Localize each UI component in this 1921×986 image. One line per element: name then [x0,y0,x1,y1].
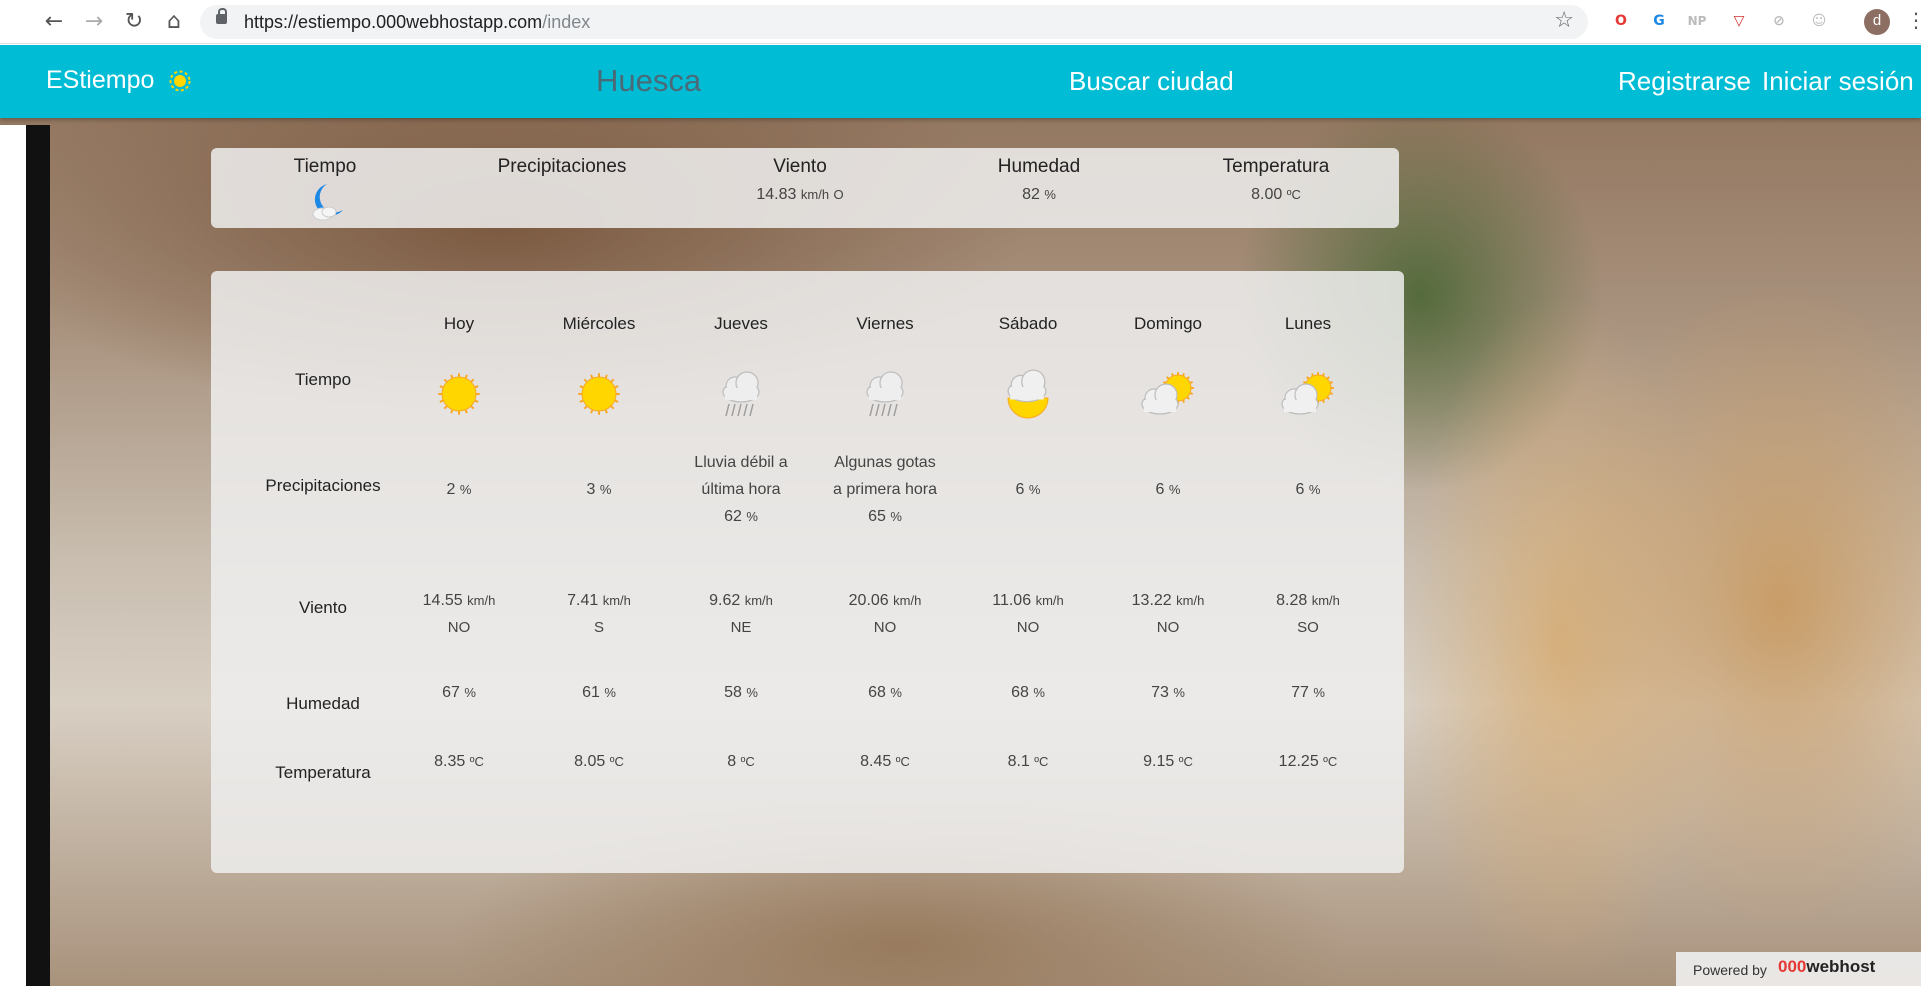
current-header: Tiempo [293,156,357,177]
current-wind-col: Viento 14.83 km/h O [700,156,900,204]
left-dark-strip [26,125,50,986]
browser-toolbar: ← → ↻ ⌂ https://estiempo.000webhostapp.c… [0,0,1921,44]
precip-cell: 6 % [1098,476,1238,503]
url-text[interactable]: https://estiempo.000webhostapp.com/index [244,12,590,33]
current-header: Humedad [997,156,1081,177]
temp-cell: 8 ºC [727,753,755,770]
rain-cloud-icon [866,371,904,417]
temp-cell: 9.15 ºC [1143,753,1193,770]
rain-cloud-icon [722,371,760,417]
host-logo: 000webhost [1778,957,1876,976]
day-header: Lunes [1284,314,1332,333]
wind-cell: 9.62 km/h NE [709,592,773,636]
humidity-cell: 58 % [724,684,758,701]
precip-value: 2 % [446,481,472,498]
humidity-cell: 68 % [1011,684,1045,701]
current-header: Precipitaciones [497,156,627,177]
wind-cell: 8.28 km/h SO [1276,592,1340,636]
brand-sun-icon [169,70,191,92]
humidity-cell: 77 % [1291,684,1325,701]
address-bar[interactable]: https://estiempo.000webhostapp.com/index… [200,5,1588,39]
wind-cell: 14.55 km/h NO [422,592,496,636]
register-link[interactable]: Registrarse [1618,66,1751,97]
sun-behind-cloud-icon [1141,372,1194,415]
current-city-title: Huesca [596,63,702,98]
current-temp-value: 8.00 ºC [1251,186,1301,203]
brand-logo-text[interactable]: EStiempo [46,66,154,95]
precip-cell: Lluvia débil a última hora 62 % [671,449,811,530]
temp-cell: 8.35 ºC [434,753,484,770]
current-humidity-col: Humedad 82 % [939,156,1139,204]
forecast-panel: Tiempo Precipitaciones Viento Humedad Te… [211,271,1404,873]
humidity-cell: 61 % [582,684,616,701]
humidity-cell: 68 % [868,684,902,701]
lock-icon [216,8,227,24]
current-header: Temperatura [1222,156,1330,177]
day-header: Jueves [714,314,768,333]
extension-fingerprint-icon[interactable]: ☺ [1808,10,1830,32]
humidity-cell: 67 % [442,684,476,701]
powered-by-text: Powered by [1693,962,1767,978]
day-header: Sábado [998,314,1058,333]
current-header: Viento [773,156,827,177]
avatar[interactable]: d [1864,9,1890,35]
browser-menu-icon[interactable]: ⋮ [1906,8,1921,32]
temp-cell: 8.05 ºC [574,753,624,770]
forward-icon[interactable]: → [80,8,108,36]
wind-cell: 13.22 km/h NO [1131,592,1205,636]
precip-cell: 6 % [1238,476,1378,503]
temp-cell: 12.25 ºC [1278,753,1338,770]
current-weather-panel: Tiempo Precipitaciones Viento 14.83 km/h… [211,148,1399,228]
temp-cell: 8.45 ºC [860,753,910,770]
precip-value: 6 % [1295,481,1321,498]
sun-icon [438,373,480,415]
day-header: Hoy [443,314,475,333]
precip-value: 3 % [586,481,612,498]
page-content: EStiempo Huesca Buscar ciudad Registrars… [0,45,1921,986]
day-header: Viernes [856,314,914,333]
moon-cloud-icon [312,184,343,221]
extension-block-icon[interactable]: ⊘ [1768,10,1790,32]
extension-np-icon[interactable]: NP [1686,10,1708,32]
login-link[interactable]: Iniciar sesión [1762,66,1914,97]
current-temp-col: Temperatura 8.00 ºC [1176,156,1376,204]
day-header: Domingo [1133,314,1203,333]
humidity-cell: 73 % [1151,684,1185,701]
extension-opera-icon[interactable]: O [1610,10,1632,32]
precip-description: Algunas gotas a primera hora [832,454,938,498]
search-city-link[interactable]: Buscar ciudad [1069,66,1234,97]
current-wind-value: 14.83 km/h O [756,186,844,203]
precip-value: 6 % [1015,481,1041,498]
precip-cell: 6 % [958,476,1098,503]
precip-description: Lluvia débil a última hora [694,454,788,498]
precip-value: 62 % [724,508,758,525]
back-icon[interactable]: ← [40,8,68,36]
precip-cell: 2 % [389,476,529,503]
powered-by-badge[interactable]: Powered by 000webhost [1676,952,1921,986]
precip-value: 6 % [1155,481,1181,498]
precip-value: 65 % [868,508,902,525]
current-humidity-value: 82 % [1022,186,1056,203]
wind-cell: 20.06 km/h NO [848,592,922,636]
cloud-sun-below-icon [1007,369,1049,419]
wind-cell: 7.41 km/h S [567,592,631,636]
wind-cell: 11.06 km/h NO [992,592,1064,636]
current-precip-col: Precipitaciones [462,156,662,186]
temp-cell: 8.1 ºC [1007,753,1049,770]
home-icon[interactable]: ⌂ [160,8,188,36]
precip-cell: 3 % [529,476,669,503]
extension-translate-icon[interactable]: G [1648,10,1670,32]
precip-cell: Algunas gotas a primera hora 65 % [815,449,955,530]
top-navbar: EStiempo Huesca Buscar ciudad Registrars… [0,45,1921,118]
current-weather-col: Tiempo [225,156,425,229]
bookmark-star-icon[interactable]: ☆ [1554,8,1574,33]
sun-icon [578,373,620,415]
sun-behind-cloud-icon [1281,372,1334,415]
left-gap [0,125,26,986]
row-label-weather: Tiempo [294,370,352,389]
extension-shield-icon[interactable]: ▽ [1728,10,1750,32]
reload-icon[interactable]: ↻ [120,8,148,36]
day-header: Miércoles [562,314,636,333]
